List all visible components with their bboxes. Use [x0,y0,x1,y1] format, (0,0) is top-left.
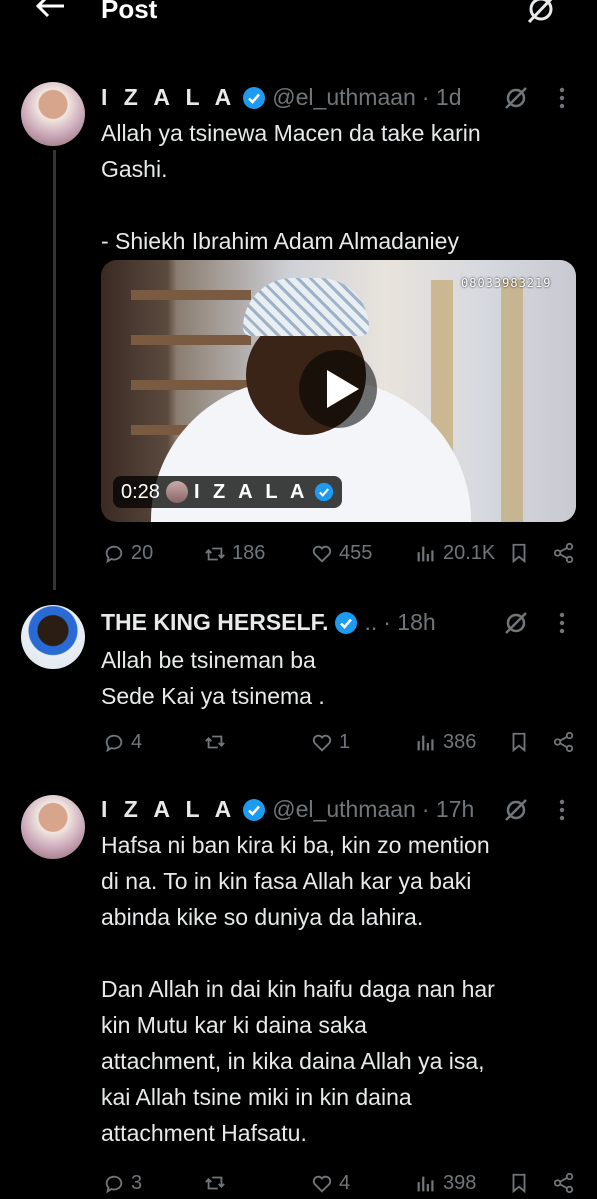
timestamp[interactable]: · 18h [383,609,435,636]
view-count: 398 [443,1172,477,1194]
bookmark-icon[interactable] [508,731,530,753]
view-count: 386 [443,731,477,753]
grok-icon[interactable] [503,611,529,635]
views-icon [417,546,434,561]
reply-button[interactable]: 4 [103,731,142,754]
bookmark-icon[interactable] [508,542,530,564]
views-button[interactable]: 20.1K [415,542,495,565]
repost-icon [205,735,225,749]
bookshelf [131,335,251,345]
video-author: I Z A L A [193,480,309,503]
play-icon[interactable] [327,370,359,408]
mini-avatar [165,481,188,503]
heart-icon [312,734,332,752]
verified-badge-icon [242,798,266,822]
bookshelf [131,380,251,390]
tweet-text: Hafsa ni ban kira ki ba, kin zo mention … [101,832,495,1146]
repost-button[interactable] [204,1172,232,1194]
grok-icon[interactable] [503,798,529,822]
handle[interactable]: .. [364,609,377,636]
views-icon [417,1176,434,1191]
like-button[interactable]: 4 [311,1172,350,1195]
grok-icon[interactable] [524,0,558,28]
verified-badge-icon [334,611,358,635]
mosque-column [501,280,523,522]
heart-icon [312,545,332,563]
grok-icon[interactable] [503,86,529,110]
reply-icon [105,734,123,752]
video-duration: 0:28 [121,480,160,503]
like-count: 455 [339,542,373,564]
tweet-header: I Z A L A @el_uthmaan · 1d [101,84,462,111]
back-arrow-icon[interactable] [36,0,66,18]
view-count: 20.1K [443,542,496,564]
video-watermark: 08033983219 [461,276,552,290]
like-count: 1 [339,731,351,753]
more-options-icon[interactable] [558,611,566,635]
bookmark-icon[interactable] [508,1172,530,1194]
reply-button[interactable]: 20 [103,542,153,565]
tweet-text: Allah ya tsinewa Macen da take karin Gas… [101,120,481,254]
share-icon[interactable] [553,731,575,753]
views-button[interactable]: 386 [415,731,476,754]
repost-button[interactable]: 186 [204,542,265,565]
repost-count: 186 [232,542,266,564]
tweet-header: I Z A L A @el_uthmaan · 17h [101,796,474,823]
tweet-header: THE KING HERSELF. .. · 18h [101,609,436,636]
timestamp[interactable]: · 17h [422,796,474,823]
display-name[interactable]: I Z A L A [101,796,236,823]
reply-icon [105,1175,123,1193]
avatar[interactable] [21,82,85,146]
like-button[interactable]: 1 [311,731,350,754]
speaker-cap [243,278,369,336]
heart-icon [312,1175,332,1193]
top-bar: Post [0,0,597,40]
page-title: Post [101,0,158,24]
views-button[interactable]: 398 [415,1172,476,1195]
repost-icon [205,1176,225,1190]
avatar[interactable] [21,795,85,859]
bookshelf [131,290,251,300]
like-count: 4 [339,1172,351,1194]
verified-badge-icon [315,482,334,502]
reply-count: 20 [131,542,154,564]
reply-count: 3 [131,1172,143,1194]
share-icon[interactable] [553,542,575,564]
video-duration-badge: 0:28 I Z A L A [113,476,343,508]
reply-count: 4 [131,731,143,753]
verified-badge-icon [242,86,266,110]
display-name[interactable]: THE KING HERSELF. [101,609,328,636]
timestamp[interactable]: · 1d [422,84,462,111]
repost-icon [205,547,225,560]
repost-button[interactable] [204,731,232,753]
more-options-icon[interactable] [558,798,566,822]
tweet-text: Allah be tsineman ba Sede Kai ya tsinema… [101,647,325,709]
handle[interactable]: @el_uthmaan [272,84,416,111]
like-button[interactable]: 455 [311,542,372,565]
thread-line [53,150,56,590]
share-icon[interactable] [553,1172,575,1194]
video-player[interactable]: 08033983219 0:28 I Z A L A [101,260,576,522]
reply-button[interactable]: 3 [103,1172,142,1195]
display-name[interactable]: I Z A L A [101,84,236,111]
avatar[interactable] [21,605,85,669]
reply-icon [105,545,123,563]
views-icon [417,735,434,750]
handle[interactable]: @el_uthmaan [272,796,416,823]
more-options-icon[interactable] [558,86,566,110]
